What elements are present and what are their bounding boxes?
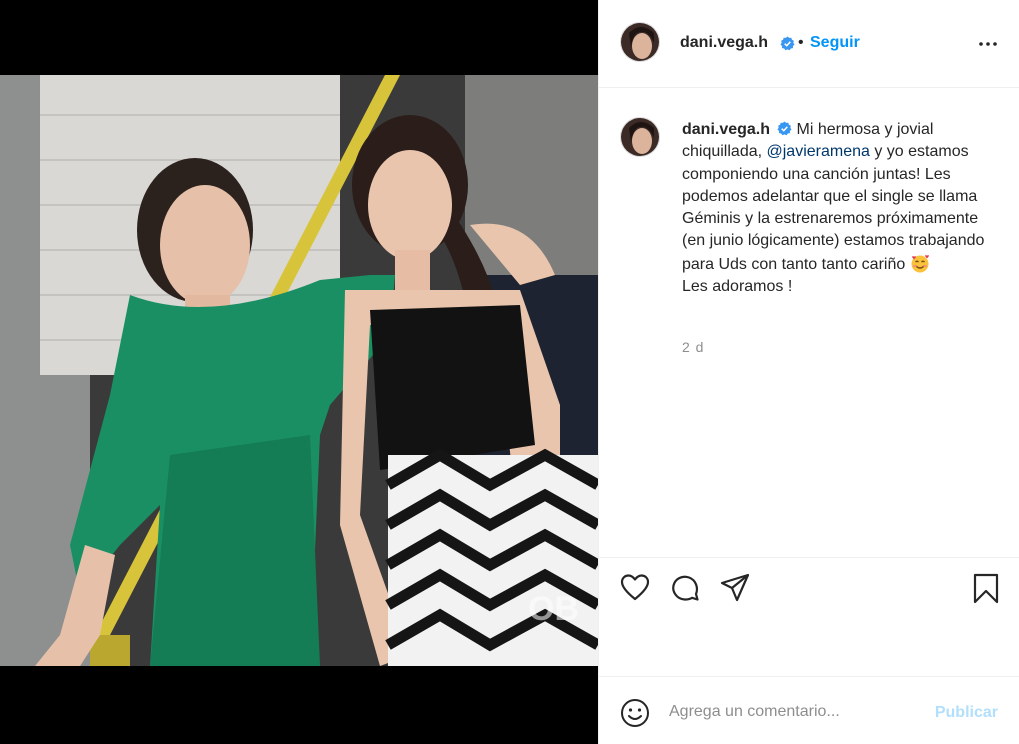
add-comment-section: Publicar xyxy=(599,676,1019,744)
heart-icon[interactable] xyxy=(619,572,651,604)
paper-plane-icon[interactable] xyxy=(719,572,751,604)
comment-input[interactable] xyxy=(669,701,939,723)
post-photo-illustration: OB xyxy=(0,75,598,666)
post-media-pane: OB xyxy=(0,0,598,744)
comment-icon[interactable] xyxy=(669,572,701,604)
watermark-text: OB xyxy=(528,590,579,628)
avatar-image xyxy=(621,118,659,156)
publish-button[interactable]: Publicar xyxy=(935,704,998,722)
smiling-face-with-hearts-icon xyxy=(911,254,929,273)
more-options-icon[interactable] xyxy=(976,32,1000,56)
comments-area[interactable]: dani.vega.h Mi hermosa y jovial chiquill… xyxy=(599,89,1019,557)
post-header: dani.vega.h • Seguir xyxy=(599,0,1019,88)
follow-button[interactable]: Seguir xyxy=(810,34,860,52)
caption-username[interactable]: dani.vega.h xyxy=(682,121,770,138)
caption-mention-link[interactable]: @javieramena xyxy=(767,143,870,160)
post-side-panel: dani.vega.h • Seguir dani.vega.h Mi herm… xyxy=(598,0,1019,744)
bookmark-icon[interactable] xyxy=(970,572,1002,604)
caption-avatar[interactable] xyxy=(620,117,660,157)
verified-badge-icon xyxy=(777,121,792,136)
verified-badge-icon xyxy=(780,36,795,51)
post-photo[interactable]: OB xyxy=(0,75,598,666)
post-timestamp[interactable]: 2 d xyxy=(682,339,704,355)
header-username[interactable]: dani.vega.h xyxy=(680,34,768,52)
avatar-image xyxy=(621,23,659,61)
caption-text-after: y yo estamos componiendo una canción jun… xyxy=(682,143,985,273)
separator-dot: • xyxy=(798,34,804,51)
action-bar xyxy=(599,557,1019,617)
smiley-icon[interactable] xyxy=(619,697,651,729)
avatar[interactable] xyxy=(620,22,660,62)
caption-closing: Les adoramos ! xyxy=(682,278,793,296)
post-caption: dani.vega.h Mi hermosa y jovial chiquill… xyxy=(682,119,1000,298)
